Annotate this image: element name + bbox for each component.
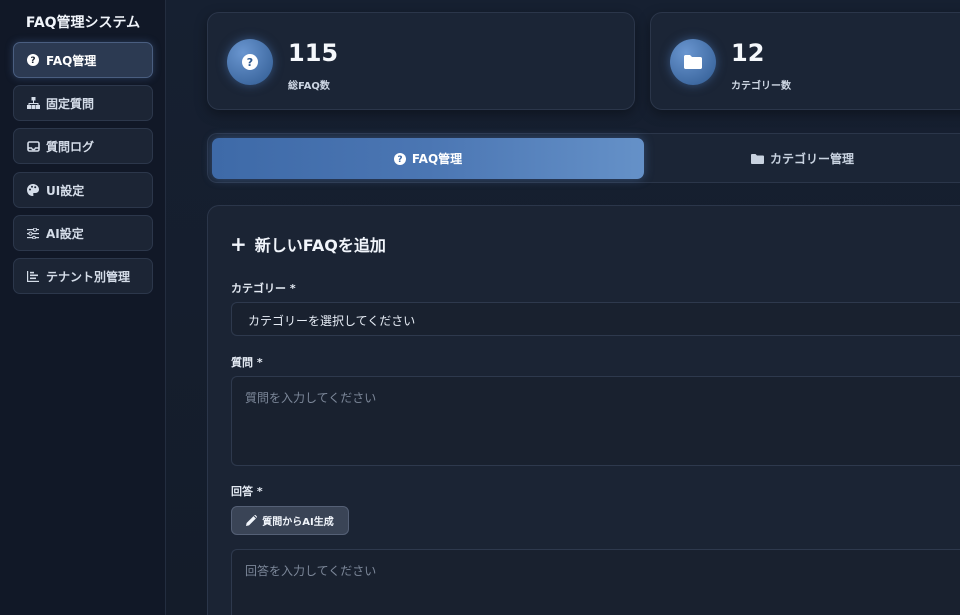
svg-text:?: ? [30,56,35,66]
question-circle-icon: ? [393,152,406,165]
ai-generate-label: 質問からAI生成 [262,517,334,528]
sidebar-item-label: 固定質問 [46,96,95,111]
category-select[interactable]: カテゴリーを選択してください [231,302,960,336]
category-label: カテゴリー * [231,282,296,295]
inbox-icon [26,139,40,153]
folder-icon [750,153,764,164]
sidebar-item-tenant-management[interactable]: テナント別管理 [13,258,153,294]
stat-value: 12 [731,39,765,67]
sidebar-item-ai-settings[interactable]: AI設定 [13,215,153,251]
svg-text:?: ? [247,56,253,69]
stat-label: カテゴリー数 [731,81,791,92]
sidebar-item-label: FAQ管理 [46,53,97,68]
tab-faq-management[interactable]: ? FAQ管理 [212,138,644,179]
tab-label: FAQ管理 [411,152,463,166]
question-textarea[interactable] [231,376,960,466]
plus-icon: + [230,232,247,256]
stat-value: 115 [288,39,339,67]
form-title-text: 新しいFAQを追加 [254,236,386,255]
question-label: 質問 * [231,356,263,369]
sitemap-icon [26,96,40,110]
ai-generate-button[interactable]: 質問からAI生成 [231,506,349,535]
tab-category-management[interactable]: カテゴリー管理 [644,138,960,179]
stat-card-categories: 12 カテゴリー数 [650,12,960,110]
answer-textarea[interactable] [231,549,960,615]
sliders-icon [26,226,40,240]
pencil-icon [246,515,258,526]
question-circle-icon: ? [26,53,40,67]
svg-text:?: ? [397,155,402,165]
app-title: FAQ管理システム [25,15,141,31]
add-faq-form: + 新しいFAQを追加 カテゴリー * カテゴリーを選択してください 質問 * … [207,205,960,615]
sidebar-item-label: UI設定 [46,183,85,198]
question-circle-icon: ? [227,39,273,85]
stat-label: 総FAQ数 [288,81,330,92]
tab-label: カテゴリー管理 [769,152,854,166]
sidebar: FAQ管理システム ? FAQ管理 固定質問 質問ログ UI設定 AI設定 テナ… [0,0,166,615]
answer-label: 回答 * [231,485,263,498]
sidebar-item-label: AI設定 [46,226,84,241]
bar-chart-icon [26,269,40,283]
form-title: + 新しいFAQを追加 [230,232,386,256]
sidebar-item-question-log[interactable]: 質問ログ [13,128,153,164]
sidebar-item-ui-settings[interactable]: UI設定 [13,172,153,208]
folder-icon [670,39,716,85]
sidebar-item-label: テナント別管理 [46,269,131,284]
sidebar-item-faq[interactable]: ? FAQ管理 [13,42,153,78]
palette-icon [26,183,40,197]
tab-bar: ? FAQ管理 カテゴリー管理 [207,133,960,183]
sidebar-item-fixed-questions[interactable]: 固定質問 [13,85,153,121]
sidebar-item-label: 質問ログ [46,139,95,154]
stat-card-total-faq: ? 115 総FAQ数 [207,12,635,110]
